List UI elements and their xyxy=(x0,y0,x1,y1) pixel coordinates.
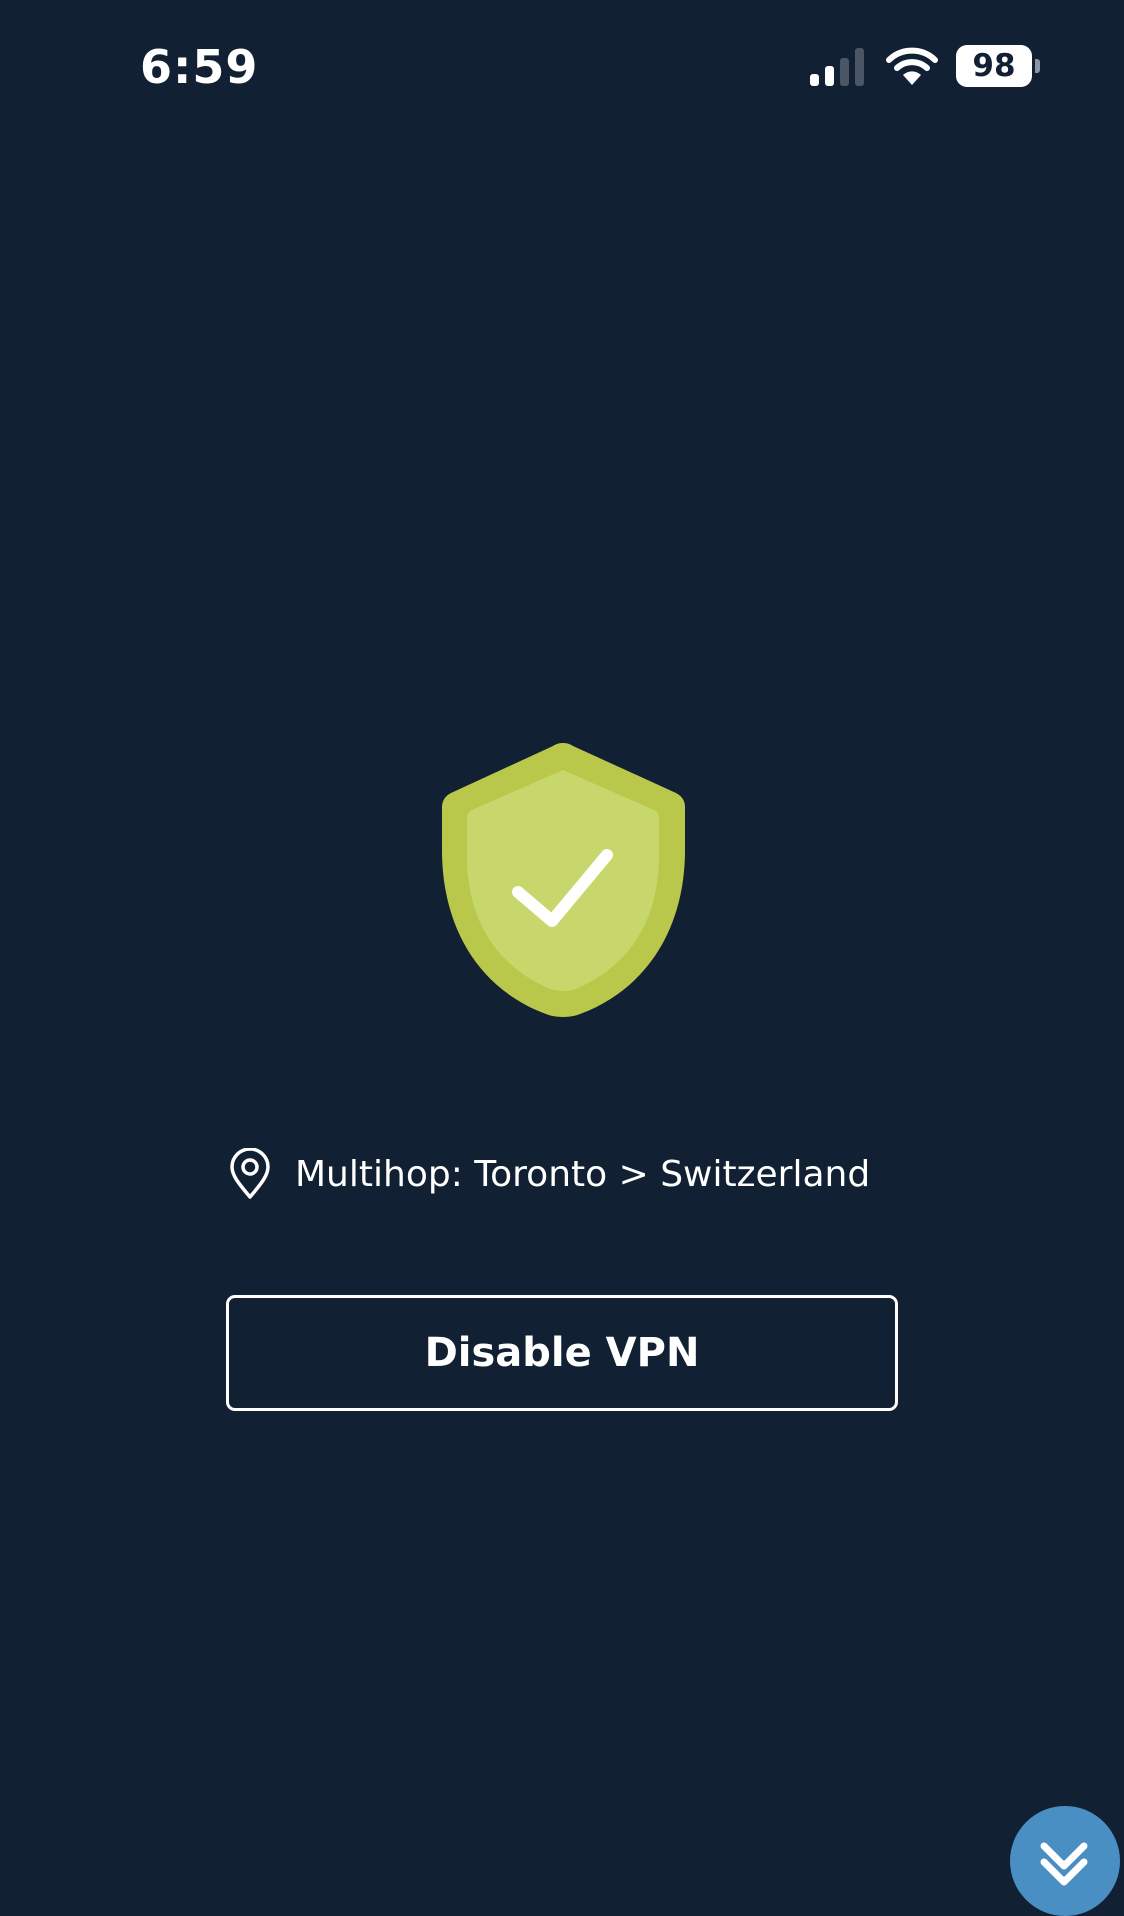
collapse-icon xyxy=(1040,1842,1088,1886)
signal-icon xyxy=(810,48,864,86)
location-pin-icon xyxy=(230,1148,270,1199)
battery-level: 98 xyxy=(972,48,1016,84)
location-row: Multihop: Toronto > Switzerland xyxy=(228,1148,870,1200)
battery-icon: 98 xyxy=(956,45,1042,87)
status-time: 6:59 xyxy=(140,40,259,94)
disable-vpn-button-label: Disable VPN xyxy=(424,1330,700,1376)
disable-vpn-button[interactable]: Disable VPN xyxy=(226,1295,898,1411)
wifi-icon xyxy=(886,47,938,85)
location-text: Multihop: Toronto > Switzerland xyxy=(295,1153,871,1195)
collapse-button[interactable] xyxy=(1010,1806,1120,1916)
shield-check-icon xyxy=(442,743,685,1017)
